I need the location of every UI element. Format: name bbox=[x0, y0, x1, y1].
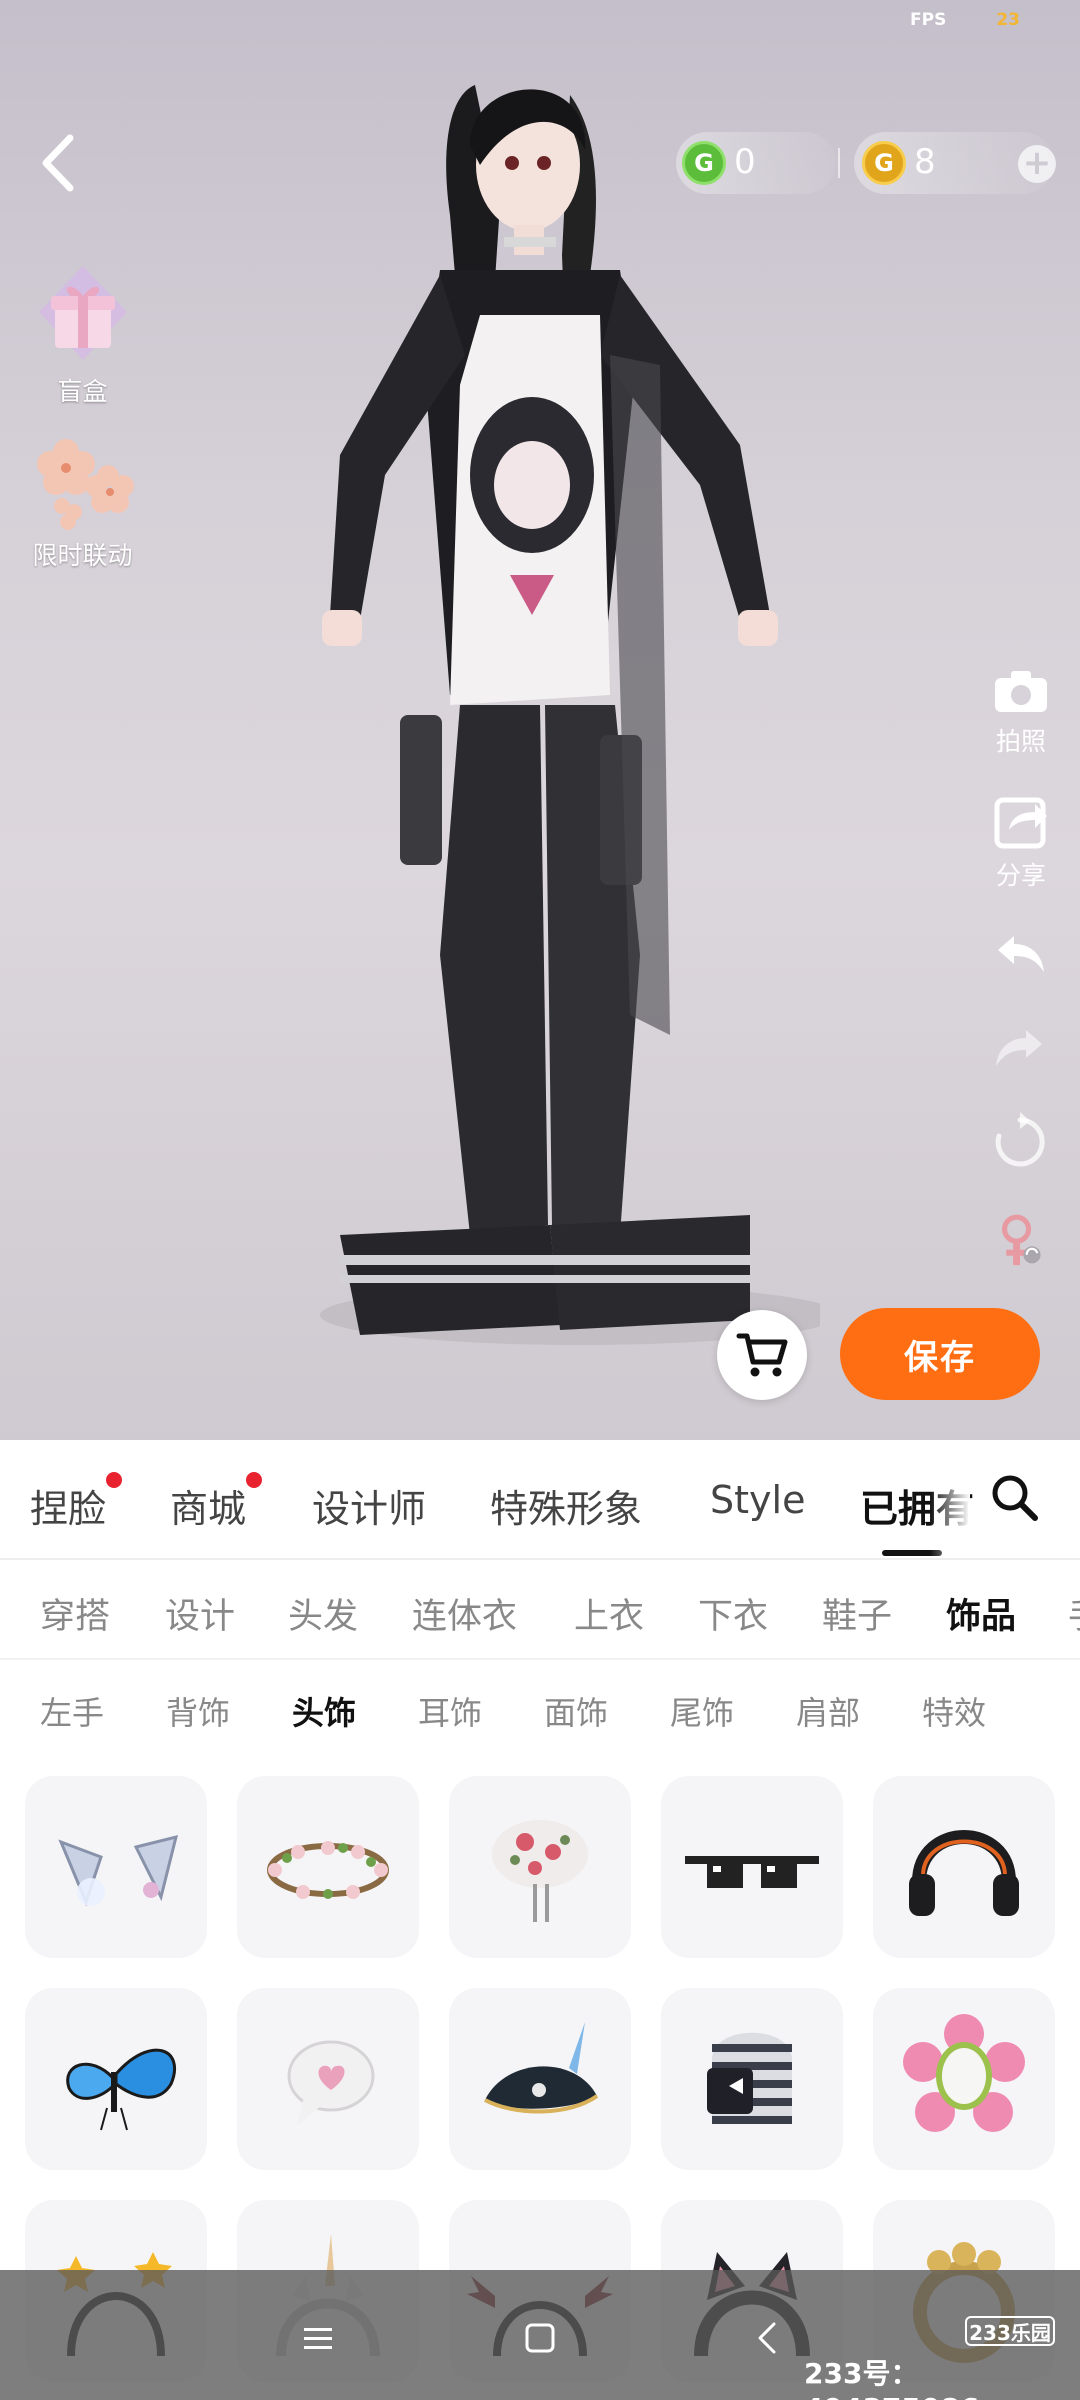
item-floral-beret[interactable] bbox=[449, 1776, 631, 1958]
pink-flower-mirror-icon bbox=[903, 2014, 1025, 2132]
add-currency-button[interactable]: + bbox=[1018, 145, 1056, 183]
search-button[interactable] bbox=[985, 1468, 1045, 1528]
item-pirate-hat[interactable] bbox=[449, 1988, 631, 2170]
undo-icon[interactable] bbox=[990, 924, 1050, 984]
watermark-id: 233号：494375086 bbox=[804, 2357, 979, 2400]
accessory-tail[interactable]: 尾饰 bbox=[670, 1688, 734, 1734]
fps-value: 23 bbox=[996, 10, 1020, 30]
blue-butterfly-icon bbox=[66, 2048, 177, 2131]
tab-designer[interactable]: 设计师 bbox=[312, 1478, 426, 1533]
category-tab-bar: 穿搭 设计 头发 连体衣 上衣 下衣 鞋子 饰品 手 bbox=[0, 1562, 1080, 1660]
category-shoes[interactable]: 鞋子 bbox=[822, 1588, 892, 1639]
home-icon[interactable] bbox=[510, 2308, 570, 2368]
accessory-headwear[interactable]: 头饰 bbox=[292, 1688, 356, 1734]
tab-style[interactable]: Style bbox=[710, 1478, 805, 1522]
accessory-face[interactable]: 面饰 bbox=[544, 1688, 608, 1734]
avatar-stage[interactable]: FPS 23 G 0 G 8 + 盲盒 限时联动 拍照 分享 保存 bbox=[0, 0, 1080, 1440]
accessory-left-hand[interactable]: 左手 bbox=[40, 1688, 104, 1734]
cart-icon bbox=[736, 1333, 788, 1377]
blind-box-button[interactable]: 盲盒 bbox=[20, 262, 145, 408]
reset-icon[interactable] bbox=[990, 1112, 1050, 1172]
back-nav-icon[interactable] bbox=[738, 2308, 798, 2368]
item-crystal-cat-ears[interactable] bbox=[25, 1776, 207, 1958]
item-flower-crown[interactable] bbox=[237, 1776, 419, 1958]
limited-collab-button[interactable]: 限时联动 bbox=[20, 430, 145, 572]
gold-coin-value: 8 bbox=[914, 142, 936, 182]
accessory-earring[interactable]: 耳饰 bbox=[418, 1688, 482, 1734]
item-blue-butterfly[interactable] bbox=[25, 1988, 207, 2170]
avatar-figure[interactable] bbox=[300, 55, 820, 1375]
accessory-tab-bar: 左手 背饰 头饰 耳饰 面饰 尾饰 肩部 特效 bbox=[0, 1662, 1080, 1762]
back-arrow-icon[interactable] bbox=[34, 128, 84, 198]
divider bbox=[838, 148, 840, 178]
accessory-shoulder[interactable]: 肩部 bbox=[796, 1688, 860, 1734]
floral-beret-icon bbox=[492, 1820, 588, 1922]
save-button[interactable]: 保存 bbox=[840, 1308, 1040, 1400]
watermark-logo: 233乐园 bbox=[965, 2316, 1055, 2346]
category-hair[interactable]: 头发 bbox=[288, 1588, 358, 1639]
category-hand[interactable]: 手 bbox=[1068, 1588, 1080, 1639]
item-headphones[interactable] bbox=[873, 1776, 1055, 1958]
gift-box-icon bbox=[38, 266, 127, 360]
item-striped-hood[interactable] bbox=[661, 1988, 843, 2170]
photo-label: 拍照 bbox=[995, 727, 1046, 756]
photo-button[interactable]: 拍照 bbox=[988, 668, 1054, 758]
striped-hood-icon bbox=[707, 2032, 792, 2124]
notification-badge bbox=[106, 1472, 123, 1488]
category-accessories[interactable]: 饰品 bbox=[946, 1588, 1016, 1639]
accessory-back[interactable]: 背饰 bbox=[166, 1688, 230, 1734]
category-jumpsuit[interactable]: 连体衣 bbox=[412, 1588, 517, 1639]
crystal-cat-ears-icon bbox=[58, 1834, 179, 1907]
menu-icon[interactable] bbox=[288, 2308, 348, 2368]
item-pink-flower-mirror[interactable] bbox=[873, 1988, 1055, 2170]
category-outfit[interactable]: 穿搭 bbox=[40, 1588, 110, 1639]
category-design[interactable]: 设计 bbox=[165, 1588, 235, 1639]
tab-shop-label: 商城 bbox=[170, 1487, 247, 1531]
tab-fade bbox=[930, 1440, 970, 1556]
share-label: 分享 bbox=[995, 861, 1046, 890]
notification-badge bbox=[246, 1472, 263, 1488]
gender-switch-icon[interactable] bbox=[990, 1212, 1050, 1272]
redo-icon[interactable] bbox=[990, 1018, 1050, 1078]
flower-icon bbox=[36, 439, 134, 530]
search-icon bbox=[992, 1475, 1038, 1521]
fps-label: FPS bbox=[910, 10, 947, 30]
pixel-sunglasses-icon bbox=[685, 1856, 819, 1888]
headphones-icon bbox=[909, 1830, 1019, 1916]
tab-face-label: 捏脸 bbox=[30, 1487, 107, 1531]
pirate-hat-icon bbox=[484, 2022, 599, 2114]
item-heart-speech-bubble[interactable] bbox=[237, 1988, 419, 2170]
item-pixel-sunglasses[interactable] bbox=[661, 1776, 843, 1958]
tab-special-avatar[interactable]: 特殊形象 bbox=[490, 1478, 642, 1533]
gold-coin-icon: G bbox=[862, 141, 906, 185]
category-bottom[interactable]: 下衣 bbox=[698, 1588, 768, 1639]
limited-collab-label: 限时联动 bbox=[32, 541, 133, 570]
blind-box-label: 盲盒 bbox=[57, 377, 108, 406]
accessory-effects[interactable]: 特效 bbox=[922, 1688, 986, 1734]
fps-counter: FPS 23 bbox=[910, 10, 1020, 30]
tab-face[interactable]: 捏脸 bbox=[30, 1472, 123, 1533]
tab-shop[interactable]: 商城 bbox=[170, 1472, 263, 1533]
category-top[interactable]: 上衣 bbox=[574, 1588, 644, 1639]
share-button[interactable]: 分享 bbox=[988, 792, 1054, 892]
camera-icon bbox=[995, 671, 1047, 712]
main-tab-bar: 捏脸 商城 设计师 特殊形象 Style 已拥有 bbox=[0, 1440, 1080, 1560]
heart-speech-bubble-icon bbox=[287, 2040, 375, 2126]
flower-crown-icon bbox=[267, 1841, 389, 1899]
share-icon bbox=[994, 797, 1047, 849]
cart-button[interactable] bbox=[717, 1310, 807, 1400]
